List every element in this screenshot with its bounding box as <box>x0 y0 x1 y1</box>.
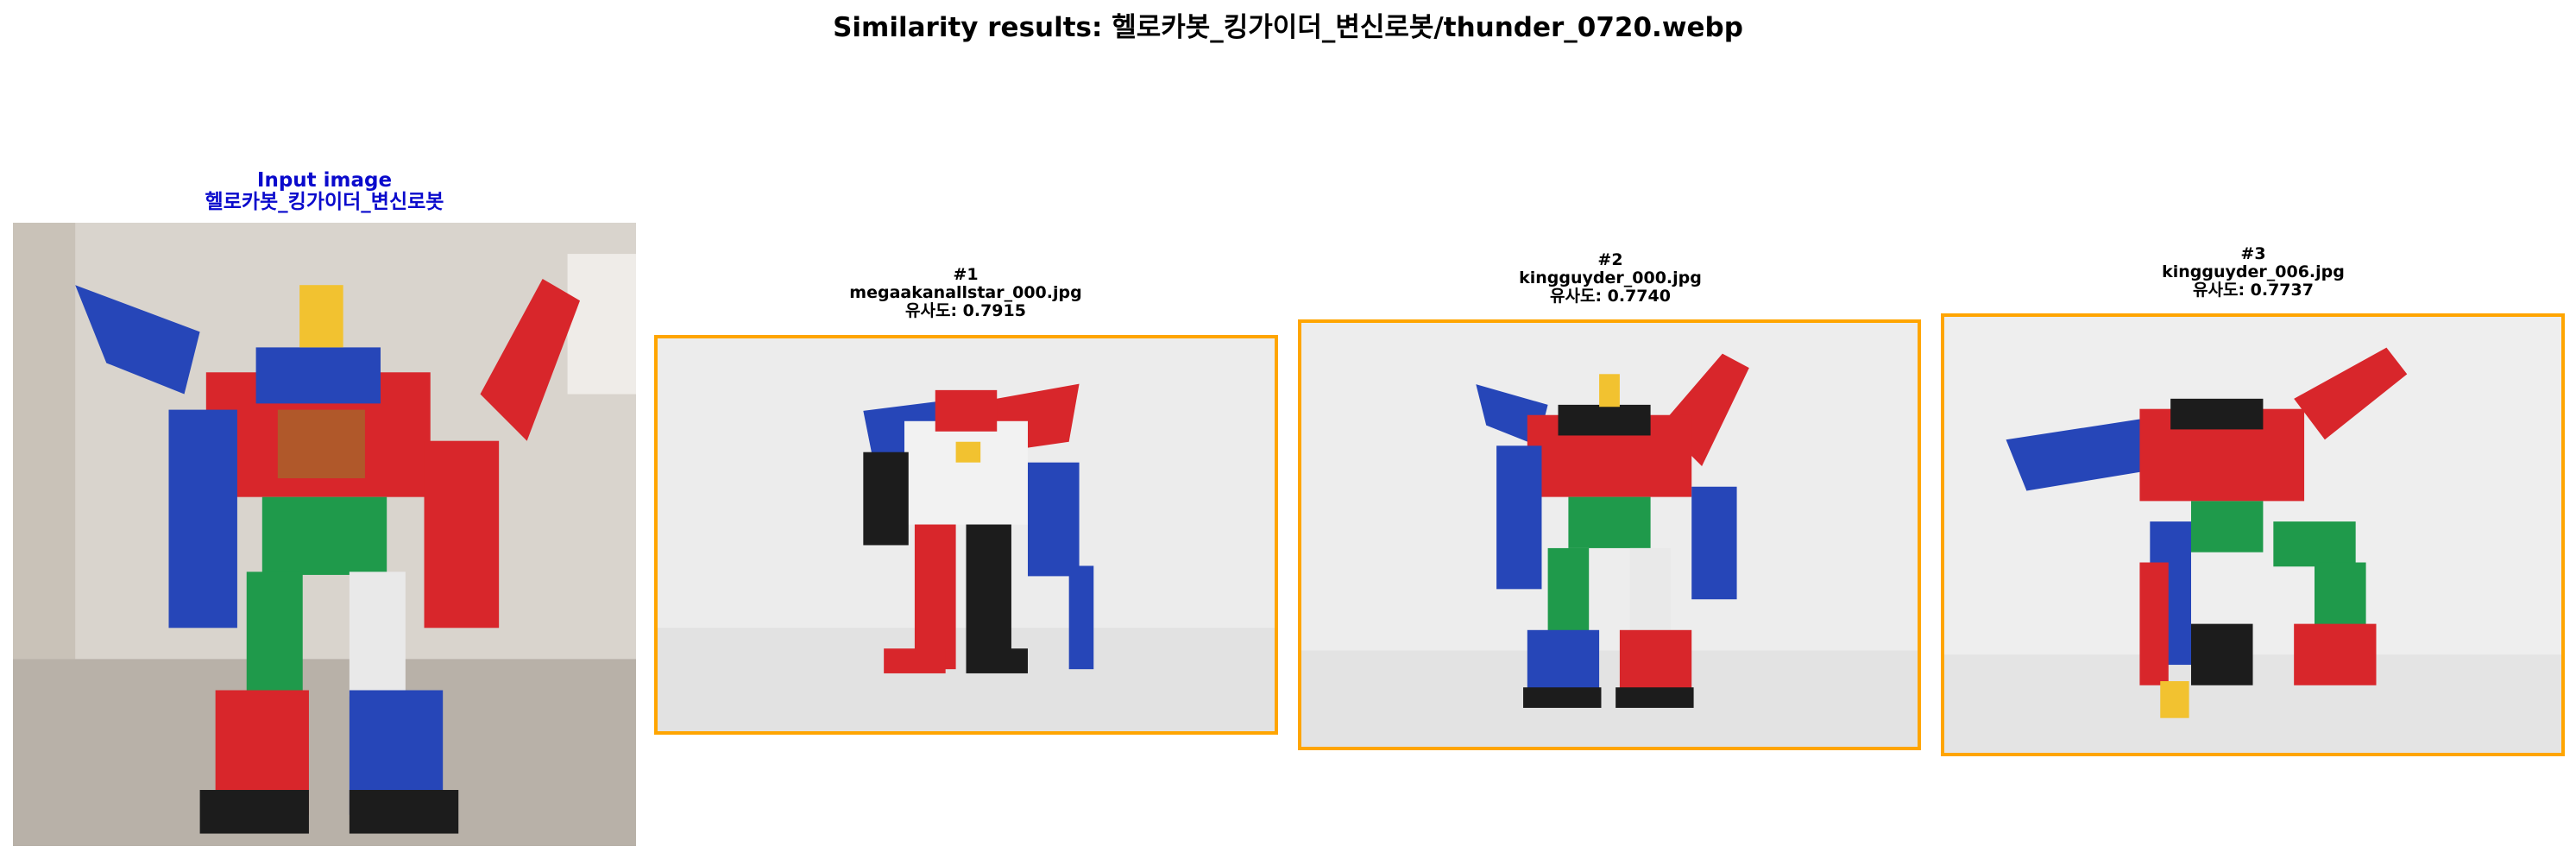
result-caption-1: #1 megaakanallstar_000.jpg 유사도: 0.7915 <box>654 266 1277 320</box>
result-robot-photo-3 <box>1944 317 2561 753</box>
figure-title: Similarity results: 헬로카봇_킹가이더_변신로봇/thund… <box>833 12 1743 43</box>
result-caption-2: #2 kingguyder_000.jpg 유사도: 0.7740 <box>1299 251 1922 306</box>
result-filename: megaakanallstar_000.jpg <box>849 283 1082 302</box>
result-similarity: 유사도: 0.7740 <box>1550 287 1671 306</box>
result-caption-3: #3 kingguyder_006.jpg 유사도: 0.7737 <box>1942 245 2565 300</box>
result-image-1 <box>654 335 1278 735</box>
result-rank: #3 <box>2240 244 2266 263</box>
result-filename: kingguyder_006.jpg <box>2162 262 2345 281</box>
result-rank: #1 <box>953 265 979 284</box>
result-filename: kingguyder_000.jpg <box>1519 268 1702 287</box>
input-name: 헬로카봇_킹가이더_변신로봇 <box>205 191 444 213</box>
result-image-3 <box>1941 313 2565 756</box>
result-similarity: 유사도: 0.7737 <box>2193 281 2314 300</box>
result-robot-photo-1 <box>658 338 1275 731</box>
result-image-2 <box>1298 319 1921 750</box>
input-heading: Input image <box>256 169 393 192</box>
input-image <box>13 223 636 846</box>
input-caption: Input image 헬로카봇_킹가이더_변신로봇 <box>13 170 636 213</box>
input-robot-photo <box>13 223 636 846</box>
result-robot-photo-2 <box>1301 323 1918 747</box>
result-rank: #2 <box>1597 250 1623 269</box>
result-similarity: 유사도: 0.7915 <box>905 301 1026 320</box>
